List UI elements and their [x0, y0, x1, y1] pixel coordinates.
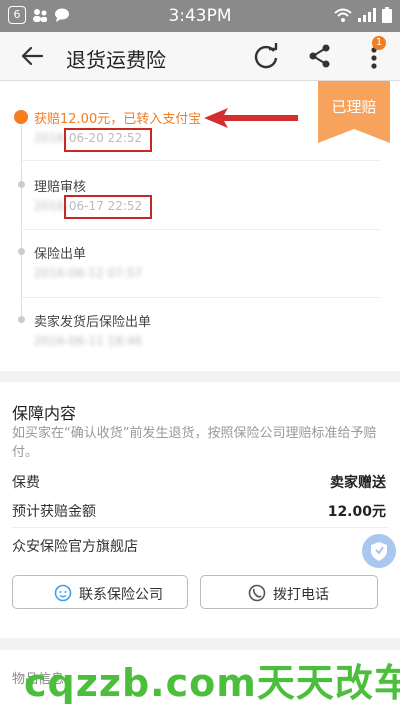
red-arrow-annotation: [204, 108, 298, 128]
coverage-description: 如买家在“确认收货”前发生退货，按照保险公司理赔标准给予赔付。: [12, 426, 377, 460]
app-bar: 退货运费险: [0, 32, 400, 81]
contact-insurer-button[interactable]: 联系保险公司: [12, 575, 188, 609]
contact-insurer-label: 联系保险公司: [79, 586, 163, 602]
signal-icon: [358, 8, 376, 22]
status-bar: 6 3:43PM: [0, 0, 400, 32]
timeline-event-title: 保险出单: [34, 247, 87, 262]
back-arrow-icon[interactable]: [18, 42, 46, 70]
timeline-dot: [18, 248, 25, 255]
timeline-event-title: 卖家发货后保险出单: [34, 315, 152, 330]
timeline-event-title: 获赔12.00元，已转入支付宝: [34, 112, 202, 127]
battery-icon: [382, 7, 392, 23]
watermark: cqzzb.com天天改车: [24, 661, 400, 705]
highlight-box: [64, 195, 152, 219]
timeline-dot: [18, 181, 25, 188]
timeline-dot: [18, 316, 25, 323]
timeline-event-time: 2016-06-11 18:46: [34, 334, 143, 348]
support-icon: [54, 584, 72, 602]
premium-label: 保费: [12, 475, 40, 491]
status-right: [334, 7, 392, 23]
call-phone-label: 拨打电话: [273, 586, 329, 602]
page-title: 退货运费险: [66, 48, 166, 72]
timeline-line: [21, 118, 22, 323]
payout-label: 预计获赔金额: [12, 504, 96, 520]
share-icon[interactable]: [306, 42, 334, 70]
divider: [12, 527, 388, 528]
divider: [20, 297, 380, 298]
wifi-icon: [334, 8, 352, 22]
more-notification-badge: 1: [372, 36, 386, 50]
timeline-event-time: 2016-06-12 07:57: [34, 266, 143, 280]
coverage-title: 保障内容: [12, 404, 77, 423]
call-phone-button[interactable]: 拨打电话: [200, 575, 378, 609]
timeline-dot-active: [14, 110, 28, 124]
shield-icon[interactable]: [362, 534, 396, 568]
premium-value: 卖家赠送: [330, 475, 386, 491]
insurer-shop-name[interactable]: 众安保险官方旗舰店: [12, 536, 138, 556]
refresh-icon[interactable]: [252, 42, 280, 70]
divider: [20, 229, 380, 230]
highlight-box: [64, 128, 152, 152]
timeline-event-title: 理赔审核: [34, 180, 87, 195]
phone-icon: [248, 584, 266, 602]
claim-status-label: 已理赔: [331, 98, 377, 116]
payout-value: 12.00元: [327, 504, 386, 520]
divider: [20, 160, 380, 161]
